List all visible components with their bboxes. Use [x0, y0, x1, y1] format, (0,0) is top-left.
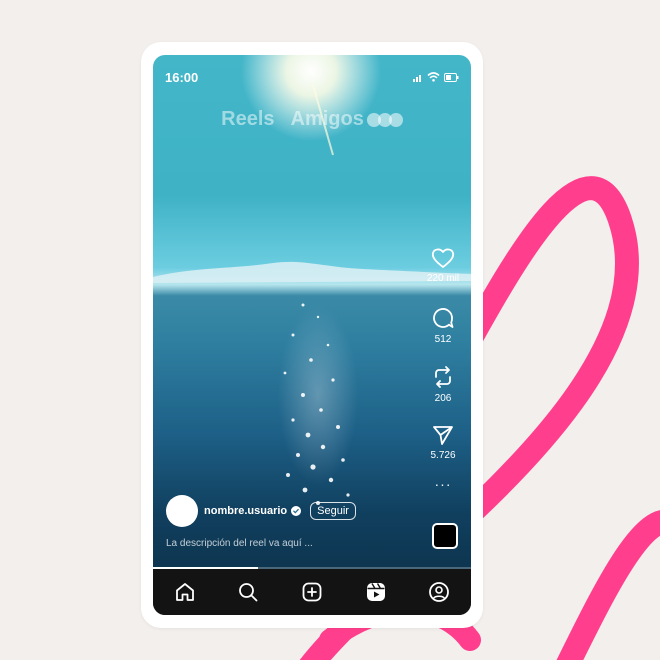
follow-button[interactable]: Seguir	[310, 502, 356, 520]
tab-amigos[interactable]: Amigos	[291, 108, 364, 131]
like-button[interactable]: 220 mil	[427, 247, 459, 284]
battery-icon	[444, 72, 459, 82]
home-icon	[175, 583, 194, 601]
wifi-icon	[427, 72, 440, 82]
top-tabs: Reels Amigos	[153, 108, 471, 131]
status-time: 16:00	[165, 69, 199, 85]
profile-icon	[429, 582, 450, 602]
repost-icon	[435, 366, 451, 388]
avatar[interactable]	[166, 495, 198, 527]
status-bar: 16:00	[165, 69, 459, 85]
repost-count: 206	[434, 393, 452, 404]
reels-icon	[366, 583, 385, 601]
friend-avatar-dot	[388, 112, 403, 127]
comment-icon	[433, 308, 454, 328]
signal-icon	[413, 74, 421, 82]
nav-profile[interactable]	[424, 577, 454, 607]
bottom-nav	[153, 569, 471, 615]
like-count: 220 mil	[426, 273, 460, 284]
reel-caption[interactable]: La descripción del reel va aquí ...	[166, 538, 313, 549]
nav-home[interactable]	[170, 577, 200, 607]
comment-count: 512	[434, 334, 452, 345]
send-icon	[433, 426, 453, 445]
friends-avatars-icon[interactable]	[366, 112, 403, 127]
create-icon	[302, 582, 322, 602]
share-button[interactable]: 5.726	[430, 424, 456, 461]
repost-button[interactable]: 206	[432, 365, 454, 404]
nav-reels[interactable]	[361, 577, 391, 607]
side-actions: 220 mil 512 206 5.726 ···	[415, 247, 471, 492]
share-count: 5.726	[430, 450, 456, 461]
username[interactable]: nombre.usuario	[204, 505, 287, 517]
tab-reels[interactable]: Reels	[221, 108, 274, 131]
more-options-button[interactable]: ···	[434, 476, 452, 492]
author-row: nombre.usuario Seguir	[166, 495, 356, 527]
more-icon: ···	[434, 476, 452, 492]
comment-button[interactable]: 512	[431, 306, 455, 345]
search-icon	[239, 583, 258, 602]
nav-search[interactable]	[233, 577, 263, 607]
reel-screen[interactable]: 16:00 Reels Amigos 220 mil 512 206 5.726…	[153, 55, 471, 615]
status-icons	[413, 72, 459, 82]
verified-badge-icon	[291, 506, 302, 516]
audio-thumbnail[interactable]	[432, 523, 458, 549]
nav-create[interactable]	[297, 577, 327, 607]
heart-icon	[431, 248, 455, 268]
